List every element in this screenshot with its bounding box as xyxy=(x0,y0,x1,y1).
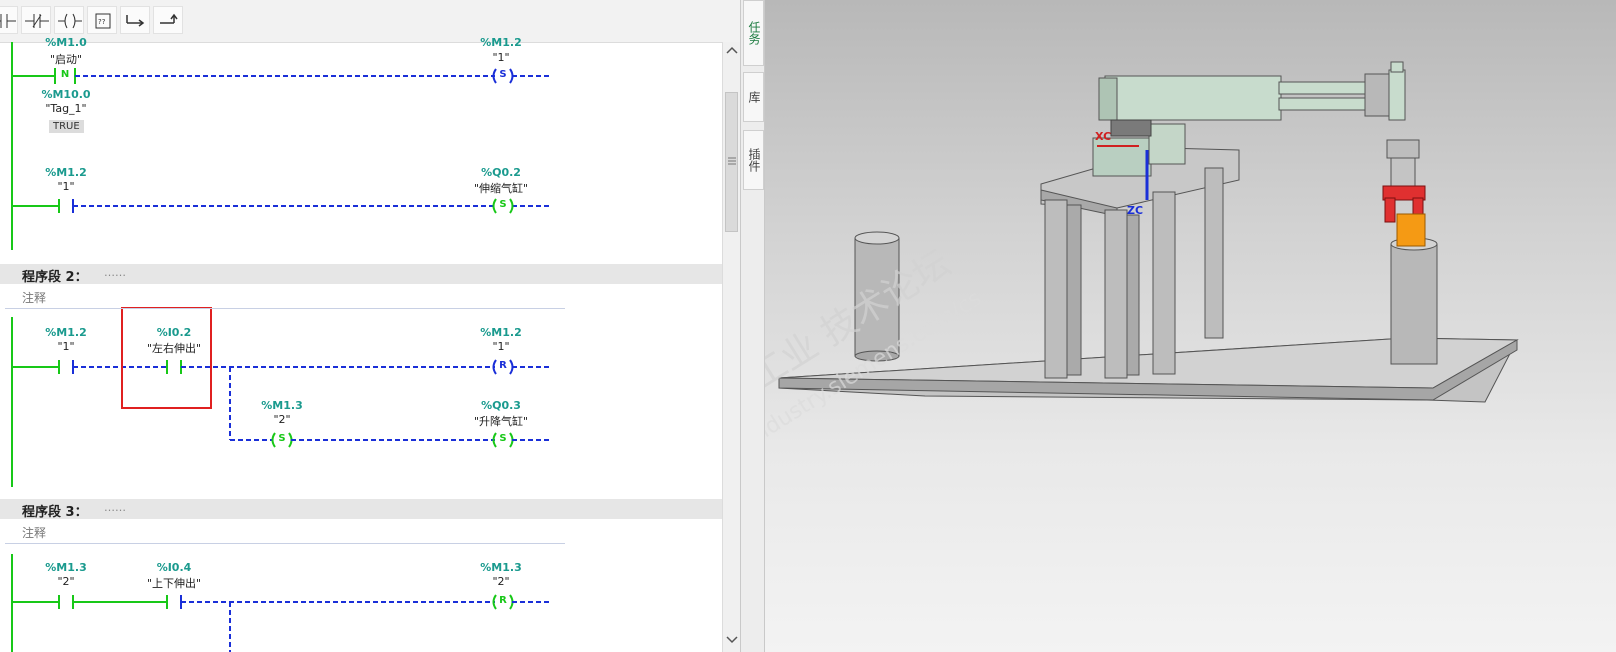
n1-edge-memory-tag[interactable]: "Tag_1" xyxy=(45,102,86,115)
empty-box-icon[interactable]: ?? xyxy=(87,6,117,34)
editor-scrollbar[interactable] xyxy=(722,42,740,652)
n2-contact1-tag[interactable]: "1" xyxy=(57,340,74,353)
n1-row2-coil-tag[interactable]: "伸缩气缸" xyxy=(474,180,528,196)
ladder-wiring xyxy=(11,42,550,652)
n2-coil-tag[interactable]: "1" xyxy=(492,340,509,353)
axis-label-xc: XC xyxy=(1095,130,1112,143)
n2-contact2-tag[interactable]: "左右伸出" xyxy=(147,340,201,356)
n2-coil-type: R xyxy=(499,360,507,371)
contact-nc-icon[interactable] xyxy=(21,6,51,34)
n3-contact2-tag[interactable]: "上下伸出" xyxy=(147,575,201,591)
network-2-comment[interactable]: 注释 xyxy=(5,287,565,309)
scroll-down-icon[interactable] xyxy=(725,634,739,646)
tab-tasks[interactable]: 任务 xyxy=(743,0,764,66)
n1-coil-type: S xyxy=(499,69,507,80)
n2-branch-coil2-type: S xyxy=(499,433,507,444)
svg-text:??: ?? xyxy=(98,18,106,26)
n1-edge-type: N xyxy=(60,69,70,80)
n2-branch-coil2-tag[interactable]: "升降气缸" xyxy=(474,413,528,429)
tab-addins[interactable]: 插件 xyxy=(743,130,764,190)
n3-contact1-tag[interactable]: "2" xyxy=(57,575,74,588)
n2-contact1-address: %M1.2 xyxy=(45,326,87,339)
n1-edge-memory-address: %M10.0 xyxy=(41,88,91,101)
open-branch-icon[interactable] xyxy=(120,6,150,34)
network-3-header[interactable]: 程序段 3： …… xyxy=(0,499,722,520)
n3-contact2-address: %I0.4 xyxy=(156,561,192,574)
monitor-value-badge: TRUE xyxy=(49,120,84,133)
network-2-title-placeholder: …… xyxy=(104,266,126,279)
lad-toolbar: ?? xyxy=(0,0,740,43)
n2-contact2-address: %I0.2 xyxy=(156,326,192,339)
tab-libraries[interactable]: 库 xyxy=(743,72,764,122)
network-3-comment[interactable]: 注释 xyxy=(5,522,565,544)
n1-coil-address: %M1.2 xyxy=(480,36,522,49)
close-branch-icon[interactable] xyxy=(153,6,183,34)
n1-contact-tag[interactable]: "启动" xyxy=(50,51,82,67)
n2-branch-coil1-type: S xyxy=(278,433,286,444)
n1-row2-coil-type: S xyxy=(499,199,507,210)
n3-coil-type: R xyxy=(499,595,507,606)
ladder-editor-panel: ?? %M1.0 "启动" N %M1.2 "1" S %M10.0 "Tag_… xyxy=(0,0,740,652)
n1-row2-contact-tag[interactable]: "1" xyxy=(57,180,74,193)
network-2-title: 程序段 2： xyxy=(22,270,88,285)
n1-row2-contact-address: %M1.2 xyxy=(45,166,87,179)
n1-contact-address: %M1.0 xyxy=(45,36,87,49)
n3-contact1-address: %M1.3 xyxy=(45,561,87,574)
n3-coil-address: %M1.3 xyxy=(480,561,522,574)
n2-branch-coil1-address: %M1.3 xyxy=(261,399,303,412)
scroll-thumb[interactable] xyxy=(725,92,738,232)
n2-branch-coil1-tag[interactable]: "2" xyxy=(273,413,290,426)
n1-row2-coil-address: %Q0.2 xyxy=(481,166,521,179)
coil-icon[interactable] xyxy=(54,6,84,34)
task-card-tab-bar: 任务 库 插件 xyxy=(740,0,765,652)
network-3-title: 程序段 3： xyxy=(22,505,88,520)
ladder-canvas: %M1.0 "启动" N %M1.2 "1" S %M10.0 "Tag_1" … xyxy=(0,36,722,652)
contact-no-icon[interactable] xyxy=(0,6,18,34)
n3-coil-tag[interactable]: "2" xyxy=(492,575,509,588)
scroll-up-icon[interactable] xyxy=(725,44,739,56)
n2-coil-address: %M1.2 xyxy=(480,326,522,339)
robot-arm-model xyxy=(778,61,1519,403)
axis-label-zc: ZC xyxy=(1127,204,1144,217)
n1-coil-tag[interactable]: "1" xyxy=(492,51,509,64)
network-2-header[interactable]: 程序段 2： …… xyxy=(0,264,722,285)
n2-branch-coil2-address: %Q0.3 xyxy=(481,399,521,412)
network-3-title-placeholder: …… xyxy=(104,501,126,514)
cad-3d-viewport[interactable]: XC ZC 西门子工业 技术论坛 support.industry.siemen… xyxy=(765,0,1616,652)
